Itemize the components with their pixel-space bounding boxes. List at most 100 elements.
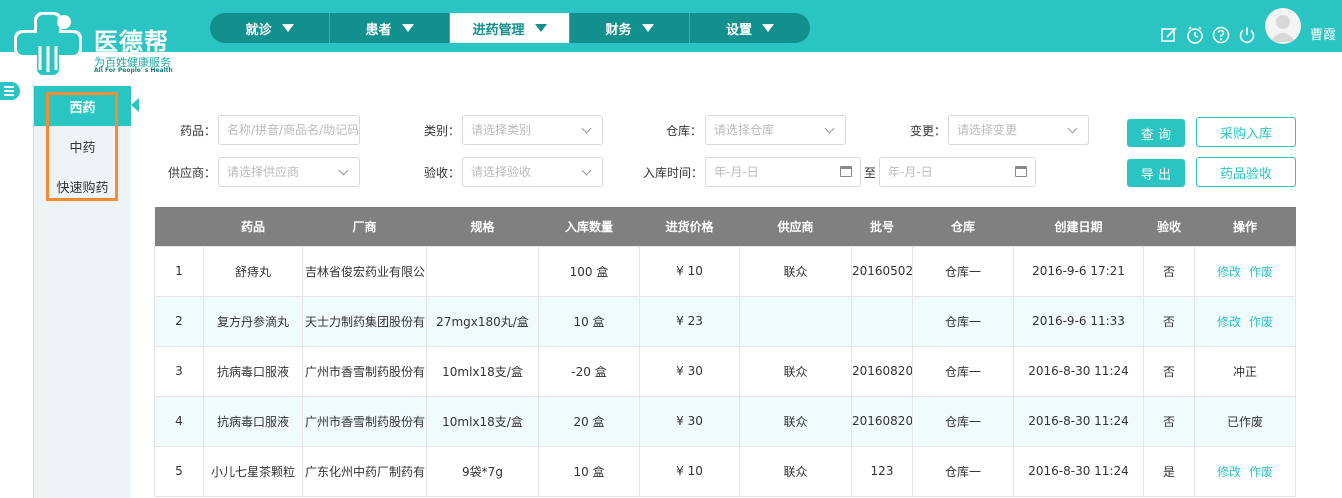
purchase-stock-button[interactable]: 采购入库 xyxy=(1196,117,1296,147)
specification: 9袋*7g xyxy=(426,445,539,497)
chevron-down-icon xyxy=(581,123,592,134)
brand-logo[interactable]: 医德帮 为百姓健康服务 All For People' s Health xyxy=(14,6,184,78)
clock-icon[interactable] xyxy=(1186,26,1204,44)
inspection-status: 否 xyxy=(1143,295,1195,347)
row-index: 3 xyxy=(154,345,204,397)
supplier: 联众 xyxy=(739,345,852,397)
created-date: 2016-9-6 17:21 xyxy=(1013,245,1144,297)
drug-name: 复方丹参滴丸 xyxy=(203,295,303,347)
inspection-status: 否 xyxy=(1143,395,1195,447)
row-status: 冲正 xyxy=(1194,345,1296,397)
change-filter-label: 变更： xyxy=(910,124,947,138)
table-row: 1 舒痔丸 吉林省俊宏药业有限公 100 盒 ¥ 10 联众 20160502 … xyxy=(154,245,1296,297)
avatar[interactable] xyxy=(1265,8,1301,44)
drug-inspect-button[interactable]: 药品验收 xyxy=(1196,157,1296,187)
drug-filter-label: 药品： xyxy=(180,124,217,138)
specification xyxy=(426,245,539,297)
date-filter-label: 入库时间： xyxy=(643,166,704,180)
manufacturer: 广州市香雪制药股份有 xyxy=(302,345,427,397)
column-header-spec: 规格 xyxy=(426,207,539,246)
nav-item-visit[interactable]: 就诊 xyxy=(210,13,330,43)
supplier xyxy=(739,295,852,347)
column-header-drug: 药品 xyxy=(203,207,303,246)
drug-search-input[interactable]: 名称/拼音/商品名/助记码 xyxy=(218,115,360,145)
drug-name: 小儿七星茶颗粒 xyxy=(203,445,303,497)
column-header-maker: 厂商 xyxy=(302,207,427,246)
supplier: 联众 xyxy=(739,445,852,497)
void-link[interactable]: 作废 xyxy=(1249,465,1273,479)
menu-toggle-icon[interactable] xyxy=(0,82,20,100)
top-header: 医德帮 为百姓健康服务 All For People' s Health 就诊 … xyxy=(0,0,1342,78)
date-to-input[interactable]: 年-月-日 xyxy=(879,157,1036,187)
batch-number: 123 xyxy=(851,445,913,497)
caret-down-icon xyxy=(534,24,547,32)
edit-link[interactable]: 修改 xyxy=(1217,465,1241,479)
chevron-down-icon xyxy=(338,165,349,176)
created-date: 2016-8-30 11:24 xyxy=(1013,345,1144,397)
edit-icon[interactable] xyxy=(1160,26,1178,44)
purchase-price: ¥ 23 xyxy=(639,295,740,347)
edit-link[interactable]: 修改 xyxy=(1217,315,1241,329)
nav-item-settings[interactable]: 设置 xyxy=(690,13,810,43)
warehouse: 仓库一 xyxy=(912,445,1014,497)
manufacturer: 吉林省俊宏药业有限公 xyxy=(302,245,427,297)
supplier: 联众 xyxy=(739,245,852,297)
caret-down-icon xyxy=(401,24,414,32)
supplier-select[interactable]: 请选择供应商 xyxy=(218,157,360,187)
drug-name: 抗病毒口服液 xyxy=(203,395,303,447)
column-header-batch: 批号 xyxy=(851,207,913,246)
date-range-separator: 至 xyxy=(864,166,877,180)
row-status: 已作废 xyxy=(1194,395,1296,447)
chevron-down-icon xyxy=(1067,123,1078,134)
warehouse: 仓库一 xyxy=(912,245,1014,297)
brand-tagline-en: All For People' s Health xyxy=(94,67,173,74)
column-header-index xyxy=(154,207,204,246)
table-row: 5 小儿七星茶颗粒 广东化州中药厂制药有 9袋*7g 10 盒 ¥ 10 联众 … xyxy=(154,445,1296,497)
created-date: 2016-8-30 11:24 xyxy=(1013,395,1144,447)
stock-qty: 20 盒 xyxy=(538,395,640,447)
void-link[interactable]: 作废 xyxy=(1249,315,1273,329)
purchase-price: ¥ 30 xyxy=(639,395,740,447)
caret-down-icon xyxy=(762,24,774,32)
stock-qty: 10 盒 xyxy=(538,295,640,347)
category-filter-label: 类别： xyxy=(424,124,461,138)
nav-item-finance[interactable]: 财务 xyxy=(570,13,690,43)
table-row: 2 复方丹参滴丸 天士力制药集团股份有 27mgx180丸/盒 10 盒 ¥ 2… xyxy=(154,295,1296,347)
user-name[interactable]: 曹霞 xyxy=(1310,24,1336,43)
help-icon[interactable] xyxy=(1212,26,1230,44)
query-button[interactable]: 查 询 xyxy=(1127,119,1185,147)
row-actions: 修改 作废 xyxy=(1194,245,1296,297)
specification: 10mlx18支/盒 xyxy=(426,395,539,447)
nav-item-drug-management[interactable]: 进药管理 xyxy=(450,13,570,43)
created-date: 2016-9-6 11:33 xyxy=(1013,295,1144,347)
batch-number: 20160820 xyxy=(851,395,913,447)
power-icon[interactable] xyxy=(1238,26,1256,44)
nav-item-patient[interactable]: 患者 xyxy=(330,13,450,43)
purchase-price: ¥ 10 xyxy=(639,445,740,497)
inspect-filter-label: 验收： xyxy=(424,166,461,180)
void-link[interactable]: 作废 xyxy=(1249,265,1273,279)
stock-qty: 100 盒 xyxy=(538,245,640,297)
inspection-status: 否 xyxy=(1143,345,1195,397)
row-index: 1 xyxy=(154,245,204,297)
row-index: 4 xyxy=(154,395,204,447)
header-tools xyxy=(1160,26,1256,44)
change-select[interactable]: 请选择变更 xyxy=(948,115,1089,145)
date-from-input[interactable]: 年-月-日 xyxy=(705,157,861,187)
export-button[interactable]: 导 出 xyxy=(1127,159,1185,187)
column-header-warehouse: 仓库 xyxy=(912,207,1014,246)
inspection-status: 否 xyxy=(1143,245,1195,297)
created-date: 2016-8-30 11:24 xyxy=(1013,445,1144,497)
warehouse: 仓库一 xyxy=(912,395,1014,447)
edit-link[interactable]: 修改 xyxy=(1217,265,1241,279)
specification: 27mgx180丸/盒 xyxy=(426,295,539,347)
warehouse-select[interactable]: 请选择仓库 xyxy=(705,115,846,145)
chevron-down-icon xyxy=(581,165,592,176)
category-select[interactable]: 请选择类别 xyxy=(462,115,603,145)
inspect-select[interactable]: 请选择验收 xyxy=(462,157,603,187)
manufacturer: 广东化州中药厂制药有 xyxy=(302,445,427,497)
highlight-box xyxy=(46,92,118,201)
warehouse: 仓库一 xyxy=(912,295,1014,347)
chevron-down-icon xyxy=(824,123,835,134)
batch-number: 20160502 xyxy=(851,245,913,297)
